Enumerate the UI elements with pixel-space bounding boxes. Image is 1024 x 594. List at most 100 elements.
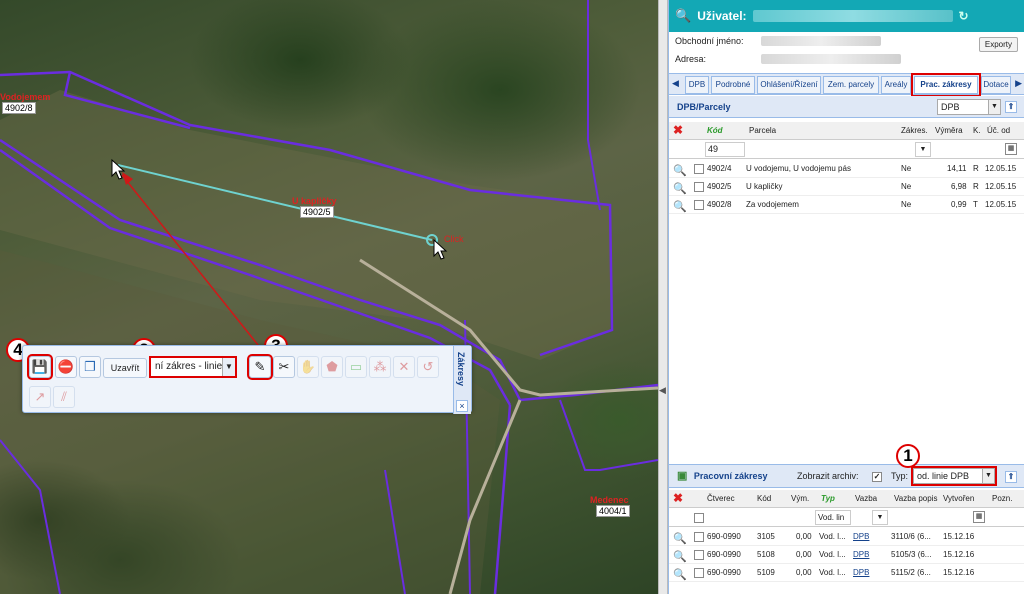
col-vytvoren[interactable]: Vytvořen bbox=[943, 494, 974, 503]
tab-zem-parcely[interactable]: Zem. parcely bbox=[823, 76, 879, 94]
col-k[interactable]: K. bbox=[973, 126, 981, 135]
hand-button[interactable]: ✋ bbox=[297, 356, 319, 378]
tab-arealy[interactable]: Areály bbox=[881, 76, 911, 94]
cell-vymera: 0,99 bbox=[951, 200, 967, 209]
cell-uc-od: 12.05.15 bbox=[985, 164, 1017, 173]
col-kod[interactable]: Kód bbox=[757, 494, 771, 503]
col-kod[interactable]: Kód bbox=[707, 126, 723, 135]
tab-podrobne[interactable]: Podrobné bbox=[711, 76, 755, 94]
close-drawing-button[interactable]: Uzavřít bbox=[103, 358, 147, 378]
tab-ohlaseni[interactable]: Ohlášení/Řízení bbox=[757, 76, 821, 94]
type-select[interactable]: od. linie DPB ▼ bbox=[911, 466, 997, 486]
dpb-section-header: DPB/Parcely DPB ▼ ⇑ bbox=[669, 96, 1024, 118]
polygon-button[interactable]: ⬟ bbox=[321, 356, 343, 378]
col-vazba[interactable]: Vazba bbox=[855, 494, 877, 503]
scroll-right-icon[interactable]: ▶ bbox=[1015, 78, 1022, 89]
col-parcela[interactable]: Parcela bbox=[749, 126, 776, 135]
search-icon[interactable]: 🔍 bbox=[673, 164, 687, 177]
map-label-vodojemem: Vodojemem bbox=[0, 92, 51, 102]
col-vymera[interactable]: Výměra bbox=[935, 126, 963, 135]
map-label-u-kaplicky: U kapličky bbox=[292, 196, 337, 206]
row-checkbox[interactable] bbox=[694, 164, 704, 174]
close-icon[interactable]: × bbox=[456, 400, 468, 412]
cell-popis: 3110/6 (6... bbox=[891, 532, 931, 541]
archive-checkbox[interactable]: ✓ bbox=[872, 472, 882, 482]
refresh-icon[interactable]: ↻ bbox=[959, 9, 969, 23]
cell-vytvoren: 15.12.16 bbox=[943, 550, 975, 559]
drawing-type-select[interactable]: ní zákres - linie ▼ bbox=[149, 356, 237, 378]
search-icon[interactable]: 🔍 bbox=[673, 568, 687, 581]
col-typ[interactable]: Typ bbox=[821, 494, 835, 503]
cell-kod: 3105 bbox=[757, 532, 775, 541]
save-button[interactable]: 💾 bbox=[27, 354, 53, 380]
chevron-down-icon[interactable]: ▼ bbox=[915, 142, 931, 157]
dpb-row[interactable]: 🔍 4902/8 Za vodojemem Ne 0,99 T 12.05.15 bbox=[669, 196, 1024, 214]
row-checkbox[interactable] bbox=[694, 568, 704, 578]
col-vazba-popis[interactable]: Vazba popis bbox=[894, 494, 937, 503]
windows-button[interactable]: ❐ bbox=[79, 356, 101, 378]
clear-filter-icon[interactable]: ✖ bbox=[673, 123, 683, 137]
right-panel: 🔍 Uživatel: ↻ Obchodní jméno: Adresa: Ex… bbox=[668, 0, 1024, 594]
map-view[interactable]: Vodojemem 4902/8 U kapličky 4902/5 Click… bbox=[0, 0, 658, 594]
dpb-select[interactable]: DPB ▼ bbox=[937, 99, 1001, 115]
points-button[interactable]: ⁂ bbox=[369, 356, 391, 378]
cell-vazba-link[interactable]: DPB bbox=[853, 550, 869, 559]
cell-code: 4902/4 bbox=[707, 164, 732, 173]
select-all-checkbox[interactable] bbox=[694, 513, 704, 523]
cell-popis: 5105/3 (6... bbox=[891, 550, 932, 559]
draw-line-button[interactable]: ✎ bbox=[247, 354, 273, 380]
tab-dpb[interactable]: DPB bbox=[685, 76, 709, 94]
search-icon[interactable]: 🔍 bbox=[673, 200, 687, 213]
remove-button[interactable]: ✕ bbox=[393, 356, 415, 378]
tab-dotace[interactable]: Dotace bbox=[981, 76, 1011, 94]
calendar-icon[interactable]: ▦ bbox=[1005, 143, 1017, 155]
arrow-icon: ↗ bbox=[34, 389, 46, 404]
col-zakres[interactable]: Zákres. bbox=[901, 126, 928, 135]
search-icon[interactable]: 🔍 bbox=[673, 550, 687, 563]
row-checkbox[interactable] bbox=[694, 200, 704, 210]
tab-prac-zakresy[interactable]: Prac. zákresy bbox=[911, 73, 981, 97]
row-checkbox[interactable] bbox=[694, 182, 704, 192]
panel-splitter[interactable]: ◀ bbox=[658, 0, 668, 594]
row-checkbox[interactable] bbox=[694, 532, 704, 542]
collapse-icon[interactable]: ⇑ bbox=[1005, 471, 1017, 483]
scroll-left-icon[interactable]: ◀ bbox=[672, 78, 679, 89]
cell-vym: 0,00 bbox=[796, 532, 812, 541]
clear-filter-icon[interactable]: ✖ bbox=[673, 491, 683, 505]
user-name-redacted bbox=[752, 10, 953, 22]
search-icon[interactable]: 🔍 bbox=[673, 182, 687, 195]
chevron-down-icon[interactable]: ▼ bbox=[872, 510, 888, 525]
col-ctverec[interactable]: Čtverec bbox=[707, 494, 735, 503]
hatch-button[interactable]: ⫽ bbox=[53, 386, 75, 408]
toolbar-side: Zákresy × bbox=[453, 346, 471, 414]
delete-button[interactable]: ⛔ bbox=[55, 356, 77, 378]
export-button[interactable]: Exporty bbox=[978, 37, 1018, 52]
undo-button[interactable]: ↺ bbox=[417, 356, 439, 378]
dpb-row[interactable]: 🔍 4902/5 U kapličky Ne 6,98 R 12.05.15 bbox=[669, 178, 1024, 196]
col-vym[interactable]: Vým. bbox=[791, 494, 809, 503]
edit-vertices-button[interactable]: ✂ bbox=[273, 356, 295, 378]
calendar-icon[interactable]: ▦ bbox=[973, 511, 985, 523]
business-name-label: Obchodní jméno: bbox=[675, 36, 744, 46]
work-row[interactable]: 🔍 690-0990 5108 0,00 Vod. l... DPB 5105/… bbox=[669, 546, 1024, 564]
col-uc-od[interactable]: Úč. od bbox=[987, 126, 1010, 135]
search-icon[interactable]: 🔍 bbox=[673, 532, 687, 545]
layer-button[interactable]: ▭ bbox=[345, 356, 367, 378]
work-row[interactable]: 🔍 690-0990 5109 0,00 Vod. l... DPB 5115/… bbox=[669, 564, 1024, 582]
work-row[interactable]: 🔍 690-0990 3105 0,00 Vod. l... DPB 3110/… bbox=[669, 528, 1024, 546]
type-filter-input[interactable]: Vod. lin bbox=[815, 510, 851, 525]
col-pozn[interactable]: Pozn. bbox=[992, 494, 1012, 503]
chevron-down-icon: ▼ bbox=[222, 358, 235, 376]
work-section-title: Pracovní zákresy bbox=[693, 471, 768, 481]
work-filter-row: Vod. lin ▼ ▦ bbox=[669, 509, 1024, 527]
cell-kod: 5109 bbox=[757, 568, 775, 577]
cell-vazba-link[interactable]: DPB bbox=[853, 568, 869, 577]
user-label: Uživatel: bbox=[697, 9, 747, 23]
cell-vazba-link[interactable]: DPB bbox=[853, 532, 869, 541]
code-filter-input[interactable]: 49 bbox=[705, 142, 745, 157]
collapse-icon[interactable]: ⇑ bbox=[1005, 101, 1017, 113]
map-parcel-label: 4004/1 bbox=[596, 505, 630, 517]
dpb-row[interactable]: 🔍 4902/4 U vodojemu, U vodojemu pás Ne 1… bbox=[669, 160, 1024, 178]
arrow-button[interactable]: ↗ bbox=[29, 386, 51, 408]
row-checkbox[interactable] bbox=[694, 550, 704, 560]
